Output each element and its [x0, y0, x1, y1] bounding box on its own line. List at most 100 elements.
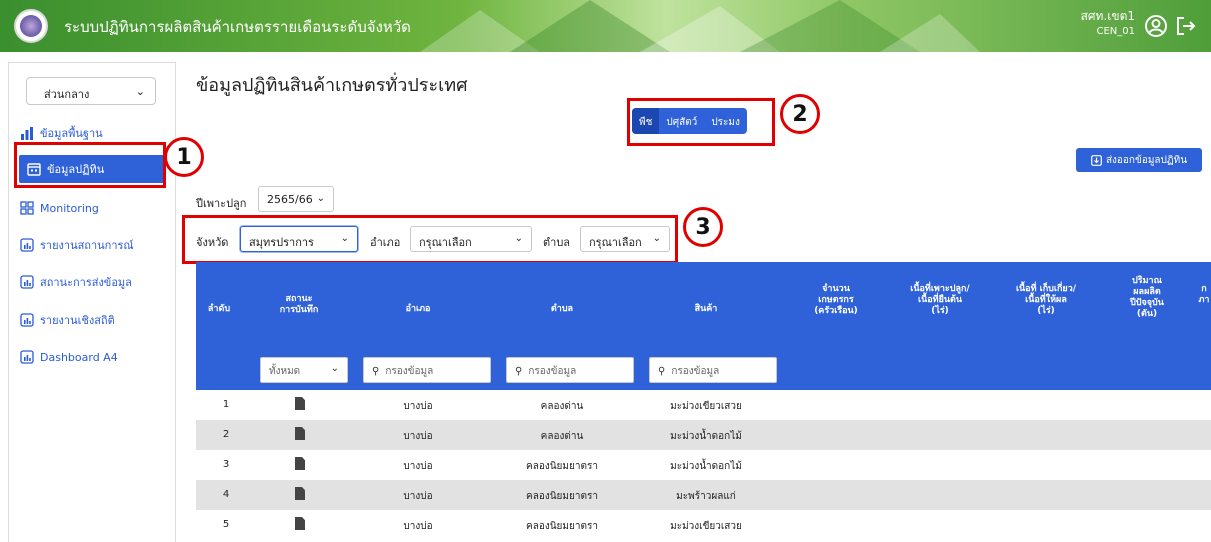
annotation-badge-1: 1 [164, 137, 204, 177]
grid-icon [20, 201, 34, 215]
col-seq: ลำดับ [207, 304, 231, 314]
cell-product: มะพร้าวผลแก่ [676, 491, 736, 502]
table-row[interactable]: 4 บางบ่อ คลองนิยมยาตรา มะพร้าวผลแก่ [196, 480, 1211, 510]
cell-subdistrict: คลองด่าน [540, 401, 584, 412]
col-planted-line: เนื้อที่เพาะปลูก/ [910, 284, 970, 294]
season-select-value: 2565/66 [267, 193, 313, 206]
sidebar-item-monitoring[interactable]: Monitoring [20, 194, 99, 222]
report-icon [20, 275, 34, 289]
col-status-line: การบันทึก [279, 305, 319, 315]
report-icon [20, 238, 34, 252]
annotation-badge-3: 3 [683, 207, 723, 247]
region-select[interactable]: ส่วนกลาง ⌄ [26, 77, 156, 105]
annotation-box-2 [627, 98, 775, 146]
search-icon: ⚲ [372, 366, 380, 377]
table-row[interactable]: 5 บางบ่อ คลองนิยมยาตรา มะม่วงเขียวเสวย [196, 510, 1211, 542]
table-filter-row: ทั้งหมด ⌄ ⚲ กรองข้อมูล ⚲ กรองข้อมูล ⚲ กรองข… [196, 350, 1211, 390]
report-icon [20, 350, 34, 364]
user-info: สศท.เขต1 CEN_01 [1081, 9, 1135, 39]
province-select[interactable]: สมุทรปราการ ⌄ [240, 226, 358, 252]
sidebar-item-label: Monitoring [40, 201, 99, 215]
col-harvest-area: เนื้อที่ เก็บเกี่ยว/ เนื้อที่ให้ผล (ไร่) [996, 284, 1096, 317]
chevron-down-icon: ⌄ [340, 233, 349, 244]
app-title: ระบบปฏิทินการผลิตสินค้าเกษตรรายเดือนระดั… [64, 18, 411, 36]
document-icon[interactable] [295, 457, 305, 470]
cell-subdistrict: คลองนิยมยาตรา [526, 521, 598, 532]
sidebar-item-label: Dashboard A4 [40, 350, 118, 364]
document-icon[interactable] [295, 517, 305, 530]
header-decoration [420, 0, 980, 52]
col-households-line: จำนวน [822, 284, 850, 294]
cell-product: มะม่วงเขียวเสวย [670, 401, 742, 412]
sidebar: ส่วนกลาง ⌄ ข้อมูลพื้นฐาน ข้อมูลปฏิทิน Mo… [8, 62, 176, 542]
col-cut-line: ก [1201, 284, 1207, 294]
sidebar-item-submission-status[interactable]: สถานะการส่งข้อมูล [20, 268, 132, 296]
product-filter-input[interactable]: ⚲ กรองข้อมูล [649, 357, 777, 383]
export-calendar-label: ส่งออกข้อมูลปฏิทิน [1105, 154, 1188, 166]
cell-seq: 2 [222, 429, 230, 440]
col-status: สถานะ การบันทึก [254, 294, 344, 316]
district-filter-input[interactable]: ⚲ กรองข้อมูล [363, 357, 491, 383]
sidebar-item-situation-report[interactable]: รายงานสถานการณ์ [20, 231, 134, 259]
cell-district: บางบ่อ [403, 401, 433, 412]
filter-placeholder: กรองข้อมูล [671, 366, 720, 377]
cell-subdistrict: คลองนิยมยาตรา [526, 461, 598, 472]
cell-product: มะม่วงน้ำดอกไม้ [670, 431, 742, 442]
col-yield-line: ปริมาณ [1132, 276, 1162, 286]
document-icon[interactable] [295, 487, 305, 500]
table-row[interactable]: 2 บางบ่อ คลองด่าน มะม่วงน้ำดอกไม้ [196, 420, 1211, 450]
page-title: ข้อมูลปฏิทินสินค้าเกษตรทั่วประเทศ [196, 75, 468, 96]
sidebar-item-statistics-report[interactable]: รายงานเชิงสถิติ [20, 306, 115, 334]
subdistrict-filter-input[interactable]: ⚲ กรองข้อมูล [506, 357, 634, 383]
table-row[interactable]: 3 บางบ่อ คลองนิยมยาตรา มะม่วงน้ำดอกไม้ [196, 450, 1211, 480]
col-cut-line: ภา [1198, 295, 1210, 305]
status-filter-select[interactable]: ทั้งหมด ⌄ [260, 357, 348, 383]
chevron-down-icon: ⌄ [330, 363, 339, 374]
cell-district: บางบ่อ [403, 431, 433, 442]
logo [14, 9, 48, 43]
bar-chart-icon [21, 127, 33, 140]
annotation-badge-2: 2 [780, 94, 820, 134]
col-planted-line: เนื้อที่ยืนต้น [918, 295, 962, 305]
season-label: ปีเพาะปลูก [196, 197, 247, 210]
filter-placeholder: กรองข้อมูล [385, 366, 434, 377]
filter-placeholder: กรองข้อมูล [528, 366, 577, 377]
sidebar-item-label: ข้อมูลพื้นฐาน [40, 127, 103, 140]
user-circle-icon[interactable] [1144, 14, 1168, 38]
table-header: ลำดับ สถานะ การบันทึก อำเภอ ตำบล สินค้า … [196, 262, 1211, 350]
export-calendar-button[interactable]: ส่งออกข้อมูลปฏิทิน [1076, 148, 1202, 172]
cell-seq: 3 [222, 459, 230, 470]
subdistrict-select[interactable]: กรุณาเลือก ⌄ [580, 226, 670, 252]
region-select-value: ส่วนกลาง [44, 88, 90, 101]
col-harvest-line: เนื้อที่ให้ผล [1025, 295, 1067, 305]
cell-product: มะม่วงน้ำดอกไม้ [670, 461, 742, 472]
document-icon[interactable] [295, 427, 305, 440]
logout-icon[interactable] [1174, 14, 1198, 38]
search-icon: ⚲ [515, 366, 523, 377]
chevron-down-icon: ⌄ [514, 233, 523, 244]
document-icon[interactable] [295, 397, 305, 410]
col-households: จำนวน เกษตรกร (ครัวเรือน) [796, 284, 876, 317]
sidebar-item-label: รายงานสถานการณ์ [40, 239, 134, 252]
district-select[interactable]: กรุณาเลือก ⌄ [410, 226, 532, 252]
top-bar: ระบบปฏิทินการผลิตสินค้าเกษตรรายเดือนระดั… [0, 0, 1211, 52]
cell-seq: 4 [222, 489, 230, 500]
user-name: สศท.เขต1 [1080, 9, 1135, 23]
col-yield-line: ปีปัจจุบัน [1130, 298, 1164, 308]
cell-subdistrict: คลองด่าน [540, 431, 584, 442]
col-product: สินค้า [694, 304, 718, 314]
sidebar-item-dashboard-a4[interactable]: Dashboard A4 [20, 343, 118, 371]
col-households-line: (ครัวเรือน) [814, 306, 858, 316]
subdistrict-select-value: กรุณาเลือก [589, 236, 642, 249]
district-label: อำเภอ [370, 236, 401, 249]
chevron-down-icon: ⌄ [316, 193, 325, 204]
col-planted-area: เนื้อที่เพาะปลูก/ เนื้อที่ยืนต้น (ไร่) [890, 284, 990, 317]
report-icon [20, 313, 34, 327]
sidebar-item-label: รายงานเชิงสถิติ [40, 314, 115, 327]
table-row[interactable]: 1 บางบ่อ คลองด่าน มะม่วงเขียวเสวย [196, 390, 1211, 420]
cell-district: บางบ่อ [403, 491, 433, 502]
district-select-value: กรุณาเลือก [419, 236, 472, 249]
chevron-down-icon: ⌄ [652, 233, 661, 244]
season-select[interactable]: 2565/66 ⌄ [258, 186, 334, 212]
col-harvest-line: (ไร่) [1037, 306, 1055, 316]
